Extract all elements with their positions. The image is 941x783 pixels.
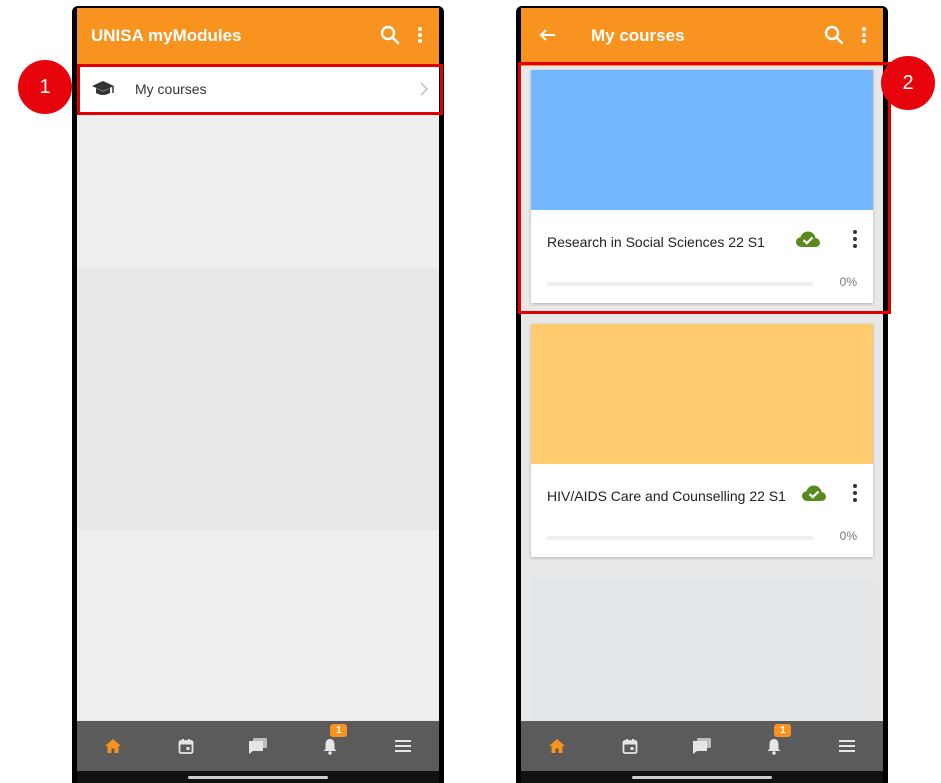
app-bar: My courses bbox=[521, 8, 883, 66]
nav-notifications[interactable]: 1 bbox=[760, 724, 792, 760]
progress-text: 0% bbox=[839, 529, 857, 543]
empty-area bbox=[77, 268, 439, 530]
nav-messages[interactable] bbox=[244, 732, 272, 760]
more-options-icon[interactable] bbox=[851, 22, 877, 48]
empty-area bbox=[77, 112, 439, 268]
menu-icon bbox=[394, 740, 411, 752]
nav-home[interactable] bbox=[543, 732, 571, 760]
progress-bar bbox=[547, 536, 813, 540]
nav-more[interactable] bbox=[833, 732, 861, 760]
page-title: My courses bbox=[591, 26, 685, 45]
messages-icon bbox=[692, 738, 711, 754]
home-icon bbox=[105, 739, 122, 753]
course-name[interactable]: HIV/AIDS Care and Counselling 22 S1 bbox=[547, 488, 786, 504]
course-image[interactable] bbox=[531, 324, 873, 464]
search-icon[interactable] bbox=[821, 22, 847, 48]
home-indicator[interactable] bbox=[188, 776, 328, 779]
nav-calendar[interactable] bbox=[616, 732, 644, 760]
more-options-icon[interactable] bbox=[407, 22, 433, 48]
notification-badge: 1 bbox=[330, 724, 348, 737]
home-icon bbox=[549, 739, 566, 753]
home-screen: UNISA myModules My courses 1 bbox=[77, 8, 439, 783]
app-bar: UNISA myModules bbox=[77, 8, 439, 66]
phone-left: UNISA myModules My courses 1 bbox=[72, 6, 444, 783]
course-card-placeholder[interactable] bbox=[531, 578, 873, 738]
calendar-icon bbox=[622, 739, 637, 754]
highlight-box-2 bbox=[518, 62, 891, 314]
callout-2: 2 bbox=[881, 56, 935, 110]
cloud-check-icon bbox=[801, 484, 827, 507]
bottom-nav: 1 bbox=[77, 721, 439, 771]
highlight-box-1 bbox=[77, 64, 443, 115]
calendar-icon bbox=[178, 739, 193, 754]
nav-messages[interactable] bbox=[688, 732, 716, 760]
nav-more[interactable] bbox=[389, 732, 417, 760]
course-options-icon[interactable] bbox=[851, 482, 859, 509]
messages-icon bbox=[248, 738, 267, 754]
nav-notifications[interactable]: 1 bbox=[316, 724, 348, 760]
app-title: UNISA myModules bbox=[91, 26, 242, 45]
notifications-icon bbox=[767, 739, 781, 755]
empty-area bbox=[77, 530, 439, 720]
nav-calendar[interactable] bbox=[172, 732, 200, 760]
notification-badge: 1 bbox=[774, 724, 792, 737]
menu-icon bbox=[838, 740, 855, 752]
callout-1: 1 bbox=[18, 60, 72, 114]
back-arrow-icon[interactable] bbox=[535, 22, 561, 48]
nav-home[interactable] bbox=[99, 732, 127, 760]
bottom-nav: 1 bbox=[521, 721, 883, 771]
course-card[interactable]: HIV/AIDS Care and Counselling 22 S1 0% bbox=[531, 324, 873, 557]
search-icon[interactable] bbox=[377, 22, 403, 48]
home-indicator[interactable] bbox=[632, 776, 772, 779]
notifications-icon bbox=[323, 739, 337, 755]
